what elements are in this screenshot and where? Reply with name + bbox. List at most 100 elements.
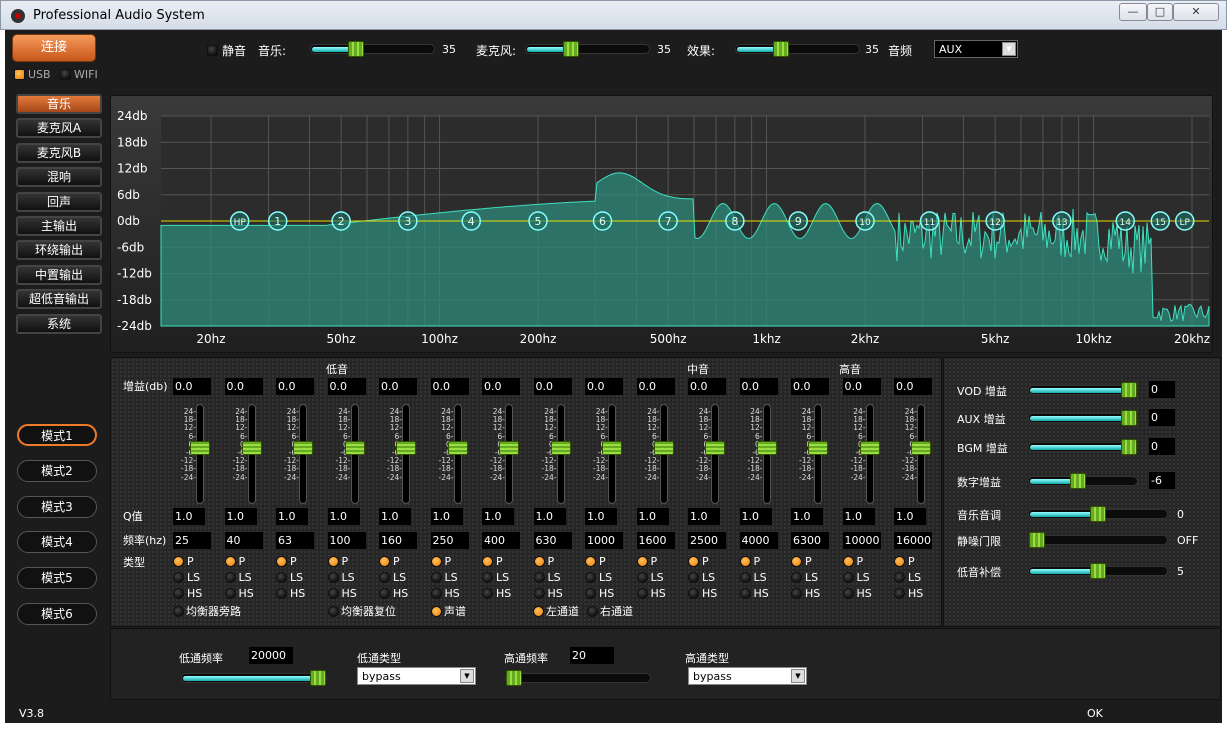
band-q-input[interactable]: 1.0	[585, 508, 617, 525]
band-type-radio-hs[interactable]: HS	[533, 587, 563, 600]
band-q-input[interactable]: 1.0	[276, 508, 308, 525]
band-type-radio-hs[interactable]: HS	[688, 587, 717, 600]
sidebar-item[interactable]: 麦克风B	[16, 142, 102, 163]
gain-slider[interactable]	[1028, 532, 1168, 548]
fader-handle[interactable]	[190, 441, 210, 455]
band-freq-input[interactable]: 630	[533, 532, 572, 549]
band-type-radio-p[interactable]: P	[430, 555, 451, 568]
eq-left-checkbox[interactable]: 左通道	[533, 603, 579, 619]
band-type-radio-p[interactable]: P	[173, 555, 194, 568]
band-gain-input[interactable]: 0.0	[482, 378, 520, 395]
band-type-radio-hs[interactable]: HS	[842, 587, 872, 600]
band-freq-input[interactable]: 10000	[842, 532, 881, 549]
band-type-radio-p[interactable]: P	[585, 555, 606, 568]
band-type-radio-ls[interactable]: LS	[739, 571, 767, 584]
sidebar-item[interactable]: 超低音输出	[16, 289, 102, 310]
band-q-input[interactable]: 1.0	[224, 508, 257, 525]
eq-bypass-checkbox[interactable]: 均衡器旁路	[173, 603, 241, 619]
band-q-input[interactable]: 1.0	[379, 508, 411, 525]
mode-button[interactable]: 模式3	[17, 495, 97, 518]
band-type-radio-ls[interactable]: LS	[585, 571, 612, 584]
band-type-radio-ls[interactable]: LS	[636, 571, 664, 584]
lowpass-freq-slider[interactable]	[181, 670, 327, 686]
band-type-radio-ls[interactable]: LS	[276, 571, 303, 584]
band-gain-input[interactable]: 0.0	[688, 378, 726, 395]
fader-handle[interactable]	[859, 441, 880, 455]
band-type-radio-ls[interactable]: LS	[791, 571, 818, 584]
effect-volume-slider[interactable]	[735, 41, 860, 57]
mode-button[interactable]: 模式1	[17, 424, 97, 446]
band-type-radio-ls[interactable]: LS	[173, 571, 200, 584]
gain-slider[interactable]	[1028, 473, 1138, 489]
band-type-radio-p[interactable]: P	[379, 555, 400, 568]
band-gain-input[interactable]: 0.0	[636, 378, 675, 395]
band-freq-input[interactable]: 63	[276, 532, 314, 549]
eq-spectrum-checkbox[interactable]: 声谱	[431, 603, 466, 619]
band-type-radio-hs[interactable]: HS	[482, 587, 511, 600]
band-freq-input[interactable]: 100	[327, 532, 366, 549]
band-q-input[interactable]: 1.0	[533, 508, 566, 525]
band-type-radio-ls[interactable]: LS	[842, 571, 870, 584]
band-q-input[interactable]: 1.0	[842, 508, 875, 525]
band-type-radio-ls[interactable]: LS	[688, 571, 715, 584]
gain-value-input[interactable]: 0	[1149, 381, 1175, 398]
band-gain-input[interactable]: 0.0	[173, 378, 211, 395]
lowpass-type-select[interactable]: bypass ▼	[357, 667, 476, 685]
band-type-radio-p[interactable]: P	[636, 555, 657, 568]
band-q-input[interactable]: 1.0	[791, 508, 823, 525]
band-freq-input[interactable]: 160	[379, 532, 417, 549]
sidebar-item[interactable]: 中置输出	[16, 264, 102, 285]
band-type-radio-p[interactable]: P	[739, 555, 760, 568]
eq-right-checkbox[interactable]: 右通道	[587, 603, 633, 619]
band-type-radio-ls[interactable]: LS	[482, 571, 509, 584]
fader-handle[interactable]	[499, 441, 519, 455]
fader-handle[interactable]	[293, 441, 313, 455]
band-type-radio-hs[interactable]: HS	[585, 587, 614, 600]
band-gain-input[interactable]: 0.0	[842, 378, 881, 395]
band-freq-input[interactable]: 4000	[739, 532, 778, 549]
fader-handle[interactable]	[756, 441, 777, 455]
band-freq-input[interactable]: 6300	[791, 532, 829, 549]
band-type-radio-p[interactable]: P	[482, 555, 503, 568]
mute-checkbox[interactable]: 静音	[207, 42, 246, 59]
band-q-input[interactable]: 1.0	[482, 508, 514, 525]
band-gain-input[interactable]: 0.0	[327, 378, 366, 395]
band-q-input[interactable]: 1.0	[894, 508, 926, 525]
maximize-button[interactable]: □	[1147, 3, 1173, 21]
sidebar-item[interactable]: 麦克风A	[16, 118, 102, 139]
band-type-radio-hs[interactable]: HS	[430, 587, 460, 600]
highpass-freq-input[interactable]: 20	[570, 647, 614, 664]
band-gain-input[interactable]: 0.0	[276, 378, 314, 395]
band-gain-input[interactable]: 0.0	[791, 378, 829, 395]
band-gain-input[interactable]: 0.0	[224, 378, 263, 395]
band-q-input[interactable]: 1.0	[636, 508, 669, 525]
fader-handle[interactable]	[550, 441, 571, 455]
sidebar-item[interactable]: 环绕输出	[16, 240, 102, 261]
wifi-radio[interactable]: WIFI	[60, 68, 98, 81]
band-q-input[interactable]: 1.0	[430, 508, 463, 525]
band-type-radio-ls[interactable]: LS	[533, 571, 561, 584]
mode-button[interactable]: 模式6	[17, 603, 97, 625]
sidebar-item[interactable]: 音乐	[16, 94, 102, 114]
band-type-radio-ls[interactable]: LS	[224, 571, 252, 584]
band-type-radio-p[interactable]: P	[894, 555, 915, 568]
fader-handle[interactable]	[705, 441, 725, 455]
fader-handle[interactable]	[653, 441, 674, 455]
gain-slider[interactable]	[1028, 563, 1168, 579]
band-type-radio-p[interactable]: P	[327, 555, 348, 568]
fader-handle[interactable]	[241, 441, 262, 455]
fader-handle[interactable]	[396, 441, 416, 455]
band-type-radio-hs[interactable]: HS	[224, 587, 254, 600]
band-gain-input[interactable]: 0.0	[379, 378, 417, 395]
band-type-radio-hs[interactable]: HS	[894, 587, 923, 600]
gain-slider[interactable]	[1028, 410, 1138, 426]
mode-button[interactable]: 模式2	[17, 459, 97, 482]
fader-handle[interactable]	[447, 441, 468, 455]
sidebar-item[interactable]: 主输出	[16, 216, 102, 236]
band-type-radio-p[interactable]: P	[533, 555, 554, 568]
minimize-button[interactable]: —	[1119, 3, 1147, 21]
close-button[interactable]: ✕	[1173, 3, 1219, 21]
band-type-radio-p[interactable]: P	[224, 555, 245, 568]
music-volume-slider[interactable]	[310, 41, 435, 57]
eq-graph[interactable]: 24db 18db 12db 6db 0db -6db -12db -18db -24db 20h…	[111, 96, 1214, 354]
